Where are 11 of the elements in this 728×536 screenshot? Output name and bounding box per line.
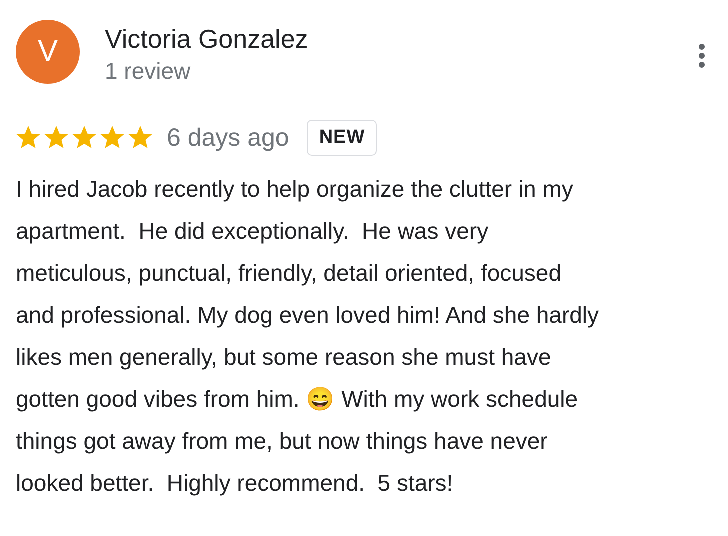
review-text: I hired Jacob recently to help organize the clutter in my apartment. He did exceptionally. He was very meticulous, punctual, friendly, detail oriented, focused and professional. My dog even loved him! And she hardly likes men generally, but some reason she must have gotten good vibes from him. 😄 With my work schedule things got away from me, but now things have never looked better. Highly recommend. 5 stars! bbox=[16, 175, 600, 498]
review-count: 1 review bbox=[105, 57, 192, 86]
menu-icon[interactable] bbox=[698, 43, 706, 69]
star-icon bbox=[128, 126, 153, 150]
star-icon bbox=[72, 126, 97, 150]
reviewer-name[interactable]: Victoria Gonzalez bbox=[105, 22, 698, 56]
star-icon bbox=[44, 126, 69, 150]
new-badge: NEW bbox=[307, 120, 378, 156]
star-icon bbox=[16, 126, 41, 150]
review-date: 6 days ago bbox=[167, 124, 290, 152]
star-icon bbox=[100, 126, 125, 150]
